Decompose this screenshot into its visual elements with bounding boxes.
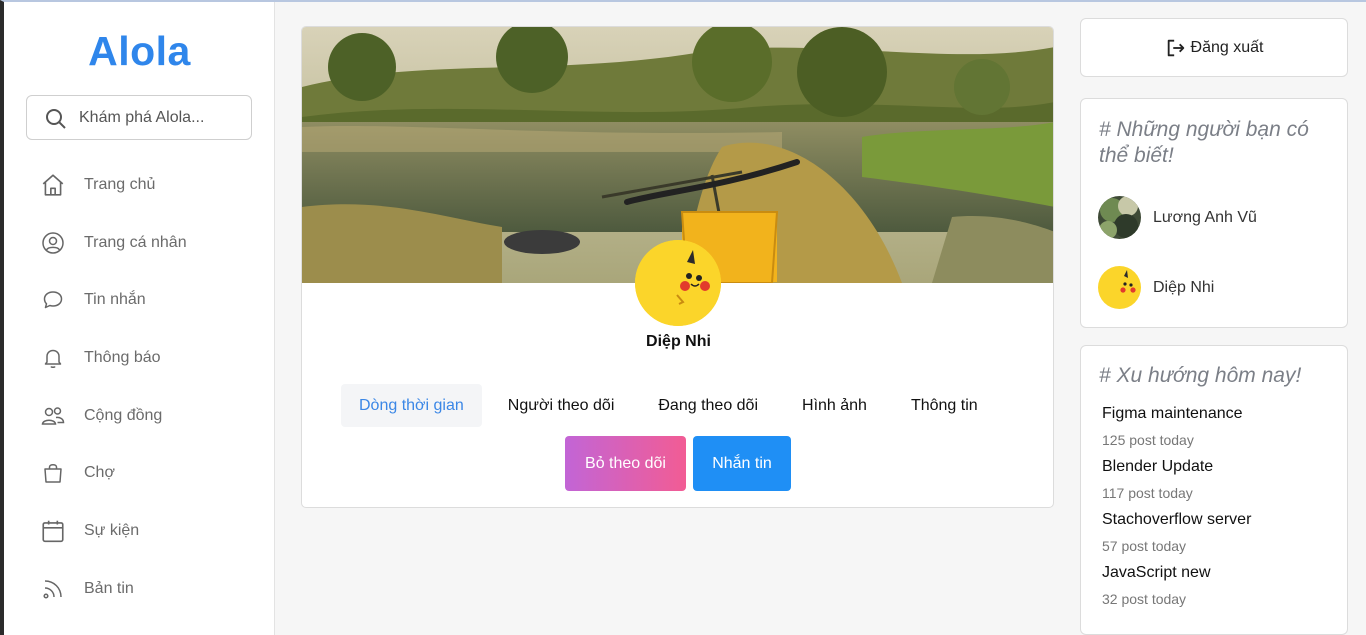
trend-item[interactable]: JavaScript new 32 post today <box>1102 564 1211 607</box>
suggestions-title: # Những người bạn có thể biết! <box>1099 118 1309 167</box>
pikachu-avatar-icon <box>635 240 721 326</box>
avatar <box>1098 266 1141 309</box>
sidebar-item-home[interactable]: Trang chủ <box>40 169 260 201</box>
trend-item[interactable]: Blender Update 117 post today <box>1102 458 1213 501</box>
search-input[interactable]: Khám phá Alola... <box>79 109 204 127</box>
trend-item[interactable]: Stachoverflow server 57 post today <box>1102 511 1251 554</box>
trend-topic: Blender Update <box>1102 458 1214 475</box>
friend-name: Lương Anh Vũ <box>1153 208 1257 226</box>
home-icon <box>40 172 66 198</box>
sidebar-item-profile[interactable]: Trang cá nhân <box>40 227 260 259</box>
sidebar-item-feed[interactable]: Bản tin <box>40 573 260 605</box>
tab-followers[interactable]: Người theo dõi <box>490 384 633 427</box>
message-icon <box>40 287 66 313</box>
profile-tabs: Dòng thời gian Người theo dõi Đang theo … <box>341 384 1004 428</box>
trends-title: # Xu hướng hôm nay! <box>1099 364 1302 387</box>
trend-count: 57 post today <box>1102 538 1187 554</box>
user-circle-icon <box>40 230 66 256</box>
tab-timeline[interactable]: Dòng thời gian <box>341 384 482 427</box>
bell-icon <box>40 345 66 371</box>
sidebar-item-label: Chợ <box>84 464 115 481</box>
friend-item[interactable]: Diệp Nhi <box>1098 266 1214 309</box>
tab-photos[interactable]: Hình ảnh <box>784 384 885 427</box>
shopping-bag-icon <box>40 460 66 486</box>
rss-icon <box>40 576 66 602</box>
message-button[interactable]: Nhắn tin <box>693 436 791 491</box>
sidebar-item-community[interactable]: Cộng đồng <box>40 400 260 432</box>
sidebar: Alola Khám phá Alola... Trang chủ Trang … <box>4 2 275 635</box>
sidebar-item-label: Trang cá nhân <box>84 234 187 251</box>
sidebar-item-market[interactable]: Chợ <box>40 457 260 489</box>
profile-card: Diệp Nhi Dòng thời gian Người theo dõi Đ… <box>301 26 1054 508</box>
sidebar-item-label: Cộng đồng <box>84 407 163 424</box>
app-logo[interactable]: Alola <box>4 28 275 75</box>
trend-topic: Stachoverflow server <box>1102 511 1252 528</box>
sidebar-item-label: Trang chủ <box>84 176 156 193</box>
avatar <box>1098 196 1141 239</box>
trend-count: 32 post today <box>1102 591 1187 607</box>
logout-icon <box>1165 37 1187 59</box>
profile-avatar[interactable] <box>635 240 721 326</box>
friend-suggestions-card: # Những người bạn có thể biết! Lương Anh… <box>1080 98 1348 328</box>
trend-count: 125 post today <box>1102 432 1194 448</box>
profile-name: Diệp Nhi <box>646 333 711 350</box>
sidebar-item-label: Thông báo <box>84 349 161 366</box>
sidebar-item-label: Tin nhắn <box>84 291 146 308</box>
sidebar-item-label: Bản tin <box>84 580 134 597</box>
tab-following[interactable]: Đang theo dõi <box>640 384 776 427</box>
trend-count: 117 post today <box>1102 485 1193 501</box>
tab-info[interactable]: Thông tin <box>893 384 996 427</box>
calendar-icon <box>40 518 66 544</box>
sidebar-item-label: Sự kiện <box>84 522 140 539</box>
trend-item[interactable]: Figma maintenance 125 post today <box>1102 405 1243 448</box>
friend-name: Diệp Nhi <box>1153 278 1215 296</box>
sidebar-item-notifications[interactable]: Thông báo <box>40 342 260 374</box>
sidebar-item-events[interactable]: Sự kiện <box>40 515 260 547</box>
trend-topic: JavaScript new <box>1102 564 1211 581</box>
search-box[interactable]: Khám phá Alola... <box>26 95 252 140</box>
unfollow-button[interactable]: Bỏ theo dõi <box>565 436 686 491</box>
users-icon <box>40 403 66 429</box>
trend-topic: Figma maintenance <box>1102 405 1243 422</box>
search-icon <box>44 107 68 131</box>
trends-card: # Xu hướng hôm nay! Figma maintenance 12… <box>1080 345 1348 635</box>
logout-label: Đăng xuất <box>1190 38 1264 56</box>
friend-item[interactable]: Lương Anh Vũ <box>1098 196 1257 239</box>
sidebar-item-messages[interactable]: Tin nhắn <box>40 284 260 316</box>
logout-button[interactable]: Đăng xuất <box>1080 18 1348 77</box>
